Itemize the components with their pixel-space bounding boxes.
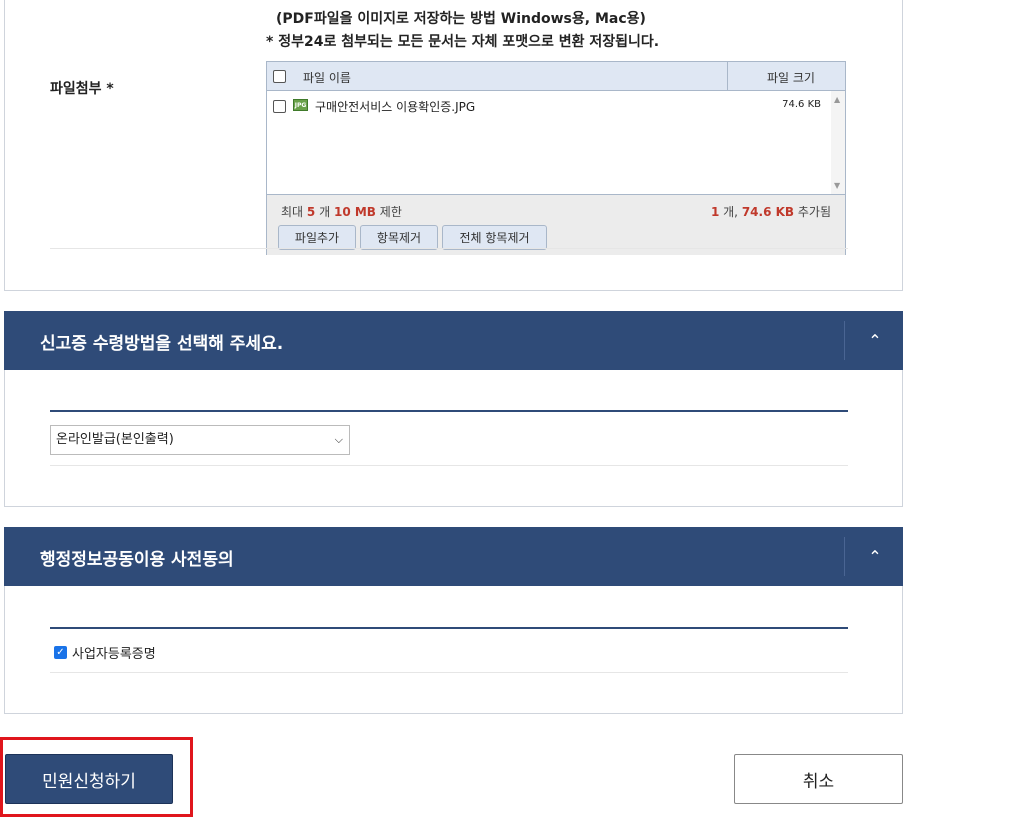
column-divider — [727, 62, 728, 90]
conversion-notice: * 정부24로 첨부되는 모든 문서는 자체 포맷으로 변환 저장됩니다. — [266, 34, 660, 50]
remove-item-button[interactable]: 항목제거 — [360, 225, 438, 250]
pdf-save-guide: (PDF파일을 이미지로 저장하는 방법 Windows용, Mac용) — [276, 11, 646, 27]
receipt-section-title: 신고증 수령방법을 선택해 주세요. — [40, 334, 284, 354]
attachment-label: 파일첨부 * — [50, 81, 114, 97]
file-row[interactable]: JPG 구매안전서비스 이용확인증.JPG 74.6 KB — [267, 95, 827, 115]
consent-section-title: 행정정보공동이용 사전동의 — [40, 550, 234, 570]
upload-limit: 최대 5 개 10 MB 제한 — [281, 205, 402, 219]
receipt-method-select[interactable]: 온라인발급(본인출력) ⌵ — [50, 425, 350, 455]
file-size: 74.6 KB — [782, 99, 821, 110]
add-file-button[interactable]: 파일추가 — [278, 225, 356, 250]
consent-item-label[interactable]: 사업자등록증명 — [72, 643, 156, 662]
uploader-header: 파일 이름 파일 크기 — [267, 62, 845, 91]
chevron-up-icon[interactable]: ⌃ — [855, 538, 895, 575]
chevron-up-icon[interactable]: ⌃ — [855, 322, 895, 359]
file-list: JPG 구매안전서비스 이용확인증.JPG 74.6 KB ▲ ▼ — [267, 91, 845, 194]
file-list-scrollbar[interactable]: ▲ ▼ — [831, 91, 845, 194]
column-file-name[interactable]: 파일 이름 — [303, 69, 351, 86]
file-checkbox[interactable] — [273, 100, 286, 113]
receipt-section-header[interactable]: 신고증 수령방법을 선택해 주세요. ⌃ — [4, 311, 903, 370]
upload-status: 1 개, 74.6 KB 추가됨 — [710, 205, 831, 219]
row-divider — [50, 672, 848, 673]
chevron-down-icon[interactable]: ⌵ — [335, 426, 343, 454]
header-separator — [844, 537, 845, 576]
column-file-size[interactable]: 파일 크기 — [767, 69, 815, 86]
select-all-checkbox[interactable] — [273, 70, 286, 83]
scroll-up-icon[interactable]: ▲ — [834, 95, 840, 104]
receipt-method-value: 온라인발급(본인출력) — [56, 432, 174, 447]
remove-all-button[interactable]: 전체 항목제거 — [442, 225, 547, 250]
file-uploader: 파일 이름 파일 크기 JPG 구매안전서비스 이용확인증.JPG 74.6 K… — [266, 61, 846, 255]
jpg-file-icon: JPG — [293, 99, 308, 111]
header-separator — [844, 321, 845, 360]
scroll-down-icon[interactable]: ▼ — [834, 181, 840, 190]
row-divider — [50, 465, 848, 466]
checkmark-icon[interactable]: ✓ — [54, 646, 67, 659]
section-rule — [50, 627, 848, 629]
submit-application-button[interactable]: 민원신청하기 — [5, 754, 173, 804]
cancel-button[interactable]: 취소 — [734, 754, 903, 804]
uploader-footer: 최대 5 개 10 MB 제한 1 개, 74.6 KB 추가됨 파일추가 항목… — [267, 194, 845, 255]
file-name: 구매안전서비스 이용확인증.JPG — [315, 100, 476, 114]
row-divider — [50, 248, 848, 249]
consent-section-header[interactable]: 행정정보공동이용 사전동의 ⌃ — [4, 527, 903, 586]
section-rule — [50, 410, 848, 412]
